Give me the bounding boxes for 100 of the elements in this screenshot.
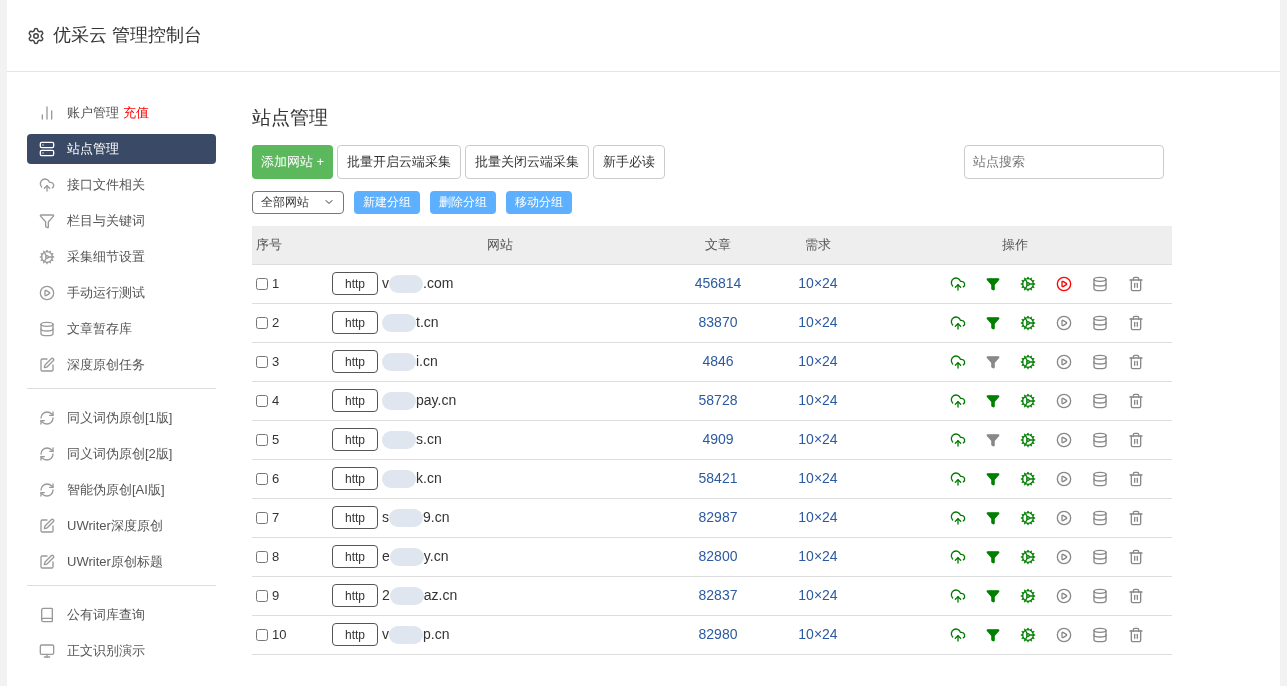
sidebar-item[interactable]: 站点管理 <box>27 134 216 164</box>
delete-icon[interactable] <box>1128 548 1144 565</box>
database-icon[interactable] <box>1092 626 1108 643</box>
row-checkbox[interactable] <box>256 277 268 290</box>
cloud-upload-icon[interactable] <box>950 509 966 526</box>
sidebar-item[interactable]: 同义词伪原创[1版] <box>27 403 216 433</box>
cloud-upload-icon[interactable] <box>950 392 966 409</box>
gears-icon[interactable] <box>1020 275 1036 292</box>
sidebar-item[interactable]: 接口文件相关 <box>27 170 216 200</box>
toolbar-button[interactable]: 批量开启云端采集 <box>337 144 462 179</box>
gears-icon[interactable] <box>1020 509 1036 526</box>
sidebar-item[interactable]: 深度原创任务 <box>27 350 216 380</box>
recharge-link[interactable]: 充值 <box>123 103 149 123</box>
filter-icon[interactable] <box>986 471 1000 486</box>
sidebar-item[interactable]: 同义词伪原创[2版] <box>27 439 216 469</box>
cloud-upload-icon[interactable] <box>950 314 966 331</box>
row-checkbox[interactable] <box>256 511 268 524</box>
database-icon[interactable] <box>1092 431 1108 448</box>
play-icon[interactable] <box>1056 509 1072 526</box>
gears-icon[interactable] <box>1020 626 1036 643</box>
cloud-upload-icon[interactable] <box>950 587 966 604</box>
sidebar-item[interactable]: UWriter原创标题 <box>27 547 216 577</box>
sidebar-item[interactable]: UWriter深度原创 <box>27 511 216 541</box>
filter-icon[interactable] <box>986 549 1000 564</box>
database-icon[interactable] <box>1092 509 1108 526</box>
delete-icon[interactable] <box>1128 392 1144 409</box>
row-checkbox[interactable] <box>256 316 268 329</box>
filter-icon[interactable] <box>986 393 1000 408</box>
delete-icon[interactable] <box>1128 275 1144 292</box>
delete-icon[interactable] <box>1128 353 1144 370</box>
database-icon[interactable] <box>1092 548 1108 565</box>
gears-icon[interactable] <box>1020 314 1036 331</box>
play-icon[interactable] <box>1056 392 1072 409</box>
play-icon[interactable] <box>1056 431 1072 448</box>
row-checkbox[interactable] <box>256 589 268 602</box>
sidebar-item[interactable]: 公有词库查询 <box>27 600 216 630</box>
protocol-button[interactable]: http <box>332 506 378 529</box>
database-icon[interactable] <box>1092 353 1108 370</box>
protocol-button[interactable]: http <box>332 389 378 412</box>
group-select[interactable]: 全部网站 <box>252 190 344 214</box>
gears-icon[interactable] <box>1020 353 1036 370</box>
filter-icon[interactable] <box>986 432 1000 447</box>
row-checkbox[interactable] <box>256 394 268 407</box>
sidebar-item[interactable]: 账户管理 充值 <box>27 98 216 128</box>
protocol-button[interactable]: http <box>332 623 378 646</box>
gears-icon[interactable] <box>1020 548 1036 565</box>
database-icon[interactable] <box>1092 314 1108 331</box>
toolbar-button[interactable]: 新手必读 <box>593 144 666 179</box>
filter-icon[interactable] <box>986 315 1000 330</box>
sidebar-item[interactable]: 正文识别演示 <box>27 636 216 666</box>
row-checkbox[interactable] <box>256 433 268 446</box>
filter-icon[interactable] <box>986 354 1000 369</box>
cloud-upload-icon[interactable] <box>950 548 966 565</box>
cloud-upload-icon[interactable] <box>950 353 966 370</box>
sidebar-item[interactable]: 文章暂存库 <box>27 314 216 344</box>
delete-icon[interactable] <box>1128 431 1144 448</box>
row-checkbox[interactable] <box>256 550 268 563</box>
cloud-upload-icon[interactable] <box>950 275 966 292</box>
sidebar-item[interactable]: 栏目与关键词 <box>27 206 216 236</box>
play-icon[interactable] <box>1056 275 1072 292</box>
delete-icon[interactable] <box>1128 314 1144 331</box>
gears-icon[interactable] <box>1020 392 1036 409</box>
play-icon[interactable] <box>1056 314 1072 331</box>
database-icon[interactable] <box>1092 587 1108 604</box>
protocol-button[interactable]: http <box>332 545 378 568</box>
database-icon[interactable] <box>1092 470 1108 487</box>
sidebar-item[interactable]: 采集细节设置 <box>27 242 216 272</box>
play-icon[interactable] <box>1056 548 1072 565</box>
gears-icon[interactable] <box>1020 587 1036 604</box>
database-icon[interactable] <box>1092 392 1108 409</box>
gears-icon[interactable] <box>1020 431 1036 448</box>
protocol-button[interactable]: http <box>332 272 378 295</box>
cloud-upload-icon[interactable] <box>950 470 966 487</box>
toolbar-button[interactable]: 批量关闭云端采集 <box>465 144 590 179</box>
filter-icon[interactable] <box>986 588 1000 603</box>
row-checkbox[interactable] <box>256 628 268 641</box>
protocol-button[interactable]: http <box>332 428 378 451</box>
cloud-upload-icon[interactable] <box>950 431 966 448</box>
filter-icon[interactable] <box>986 627 1000 642</box>
protocol-button[interactable]: http <box>332 467 378 490</box>
cloud-upload-icon[interactable] <box>950 626 966 643</box>
protocol-button[interactable]: http <box>332 350 378 373</box>
gears-icon[interactable] <box>1020 470 1036 487</box>
database-icon[interactable] <box>1092 275 1108 292</box>
filter-icon[interactable] <box>986 510 1000 525</box>
play-icon[interactable] <box>1056 470 1072 487</box>
delete-icon[interactable] <box>1128 587 1144 604</box>
play-icon[interactable] <box>1056 353 1072 370</box>
delete-icon[interactable] <box>1128 626 1144 643</box>
play-icon[interactable] <box>1056 587 1072 604</box>
delete-icon[interactable] <box>1128 470 1144 487</box>
protocol-button[interactable]: http <box>332 311 378 334</box>
protocol-button[interactable]: http <box>332 584 378 607</box>
sidebar-item[interactable]: 智能伪原创[AI版] <box>27 475 216 505</box>
delete-icon[interactable] <box>1128 509 1144 526</box>
row-checkbox[interactable] <box>256 472 268 485</box>
row-checkbox[interactable] <box>256 355 268 368</box>
filter-icon[interactable] <box>986 276 1000 291</box>
search-field[interactable]: 站点搜索 <box>964 144 1164 179</box>
sidebar-item[interactable]: 手动运行测试 <box>27 278 216 308</box>
